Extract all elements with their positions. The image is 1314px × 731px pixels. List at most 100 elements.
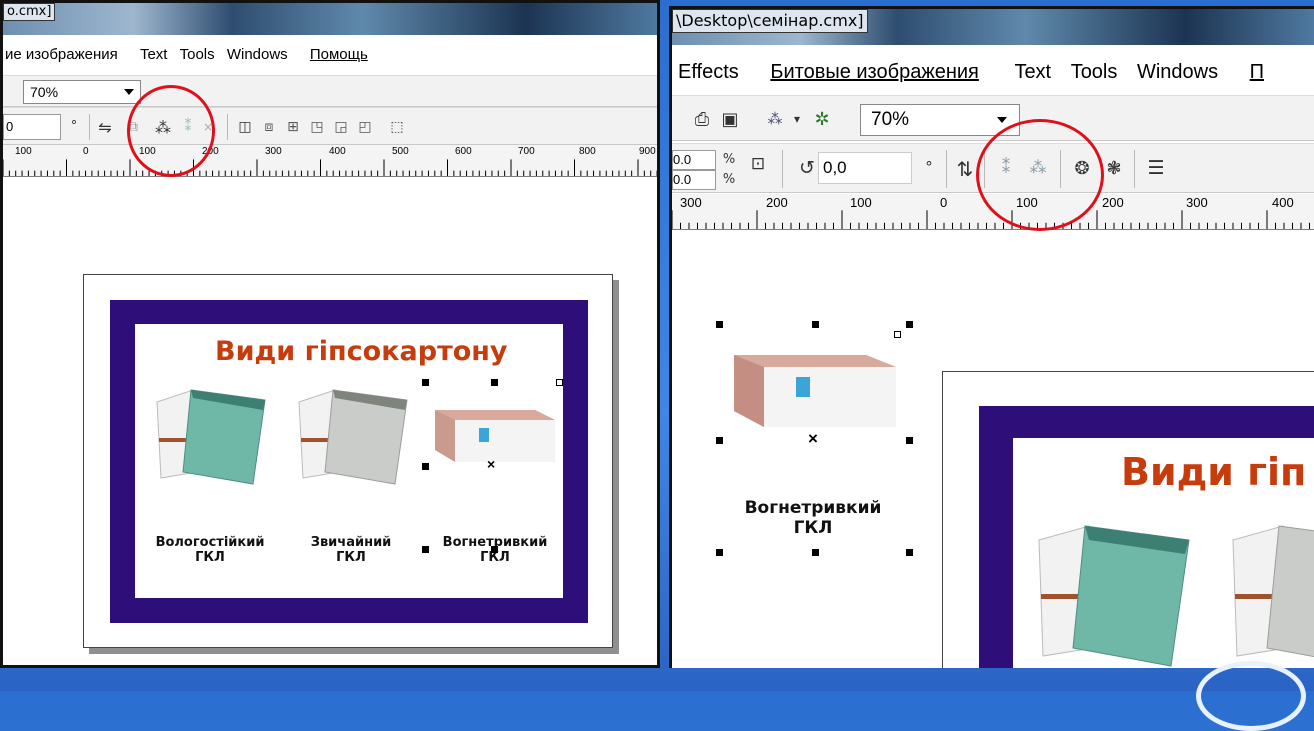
ruler-label: 500 [392,146,409,157]
center-mark-icon: × [808,429,818,448]
fire-resistant-board-image [734,355,896,427]
rotation-angle-input[interactable]: 0,0 [818,152,912,184]
application-launcher-icon[interactable]: ⁂ [762,106,788,132]
export-icon[interactable]: ⎙ [690,106,714,132]
chevron-down-icon [124,89,134,95]
angle-input[interactable]: 0 [3,114,61,140]
menu-windows[interactable]: Windows [227,39,288,71]
caption-line: Вологостійкий [155,535,265,550]
caption-ordinary: Звичайний ГКЛ [291,535,411,566]
weld-icon[interactable]: ◫ [235,116,255,138]
trim-icon[interactable]: ⧈ [259,116,279,138]
slide-content: Види гіп [1013,438,1314,668]
slide-title: Види гіп [1121,450,1307,494]
import-icon[interactable]: ▣ [718,106,742,132]
rotate-icon: ↺ [799,157,815,179]
ruler-label: 800 [579,146,596,157]
menu-help[interactable]: П [1250,53,1264,91]
selection-handle[interactable] [422,463,429,470]
ruler-label: 100 [850,195,872,210]
zoom-value: 70% [30,84,59,100]
selection-handle[interactable] [906,321,913,328]
selection-handle[interactable] [812,321,819,328]
drawing-canvas[interactable]: × Вогнетривкий ГКЛ Види гіп [672,231,1314,668]
drawing-canvas[interactable]: Види гіпсокартону Вологостійкий ГКЛ Звич… [3,178,657,665]
logo-arc [1196,661,1306,731]
ruler-label: 300 [1186,195,1208,210]
fire-resistant-board-image [435,410,555,462]
separator [946,150,947,188]
corel-connect-icon[interactable]: ✲ [808,106,836,132]
selection-handle[interactable] [422,379,429,386]
moisture-resistant-board-image [156,389,266,485]
ruler-label: 300 [265,146,282,157]
selection-handle[interactable] [556,379,563,386]
slide-frame: Види гіп [979,406,1314,668]
simplify-icon[interactable]: ◳ [307,116,327,138]
ordinary-board-image [1232,525,1314,658]
trace-bitmap-icon[interactable]: ☰ [1142,154,1170,182]
standard-toolbar: ⎙ ▣ ⁂ ▾ ✲ 70% [672,95,1314,141]
create-boundary-icon[interactable]: ⬚ [387,116,407,138]
mirror-icon[interactable]: ⇅ [954,154,976,184]
ordinary-board-image [298,389,408,485]
title-bar: o.cmx] [3,3,657,35]
document-page: Види гіпсокартону Вологостійкий ГКЛ Звич… [83,274,613,648]
chevron-down-icon[interactable]: ▾ [790,106,804,132]
menu-effects[interactable]: Effects [678,53,739,91]
menu-windows[interactable]: Windows [1137,53,1218,91]
caption-line: Звичайний [310,535,392,550]
center-mark-icon: × [487,456,496,472]
selection-handle[interactable] [716,321,723,328]
selection-handle[interactable] [906,437,913,444]
selection-handle[interactable] [716,437,723,444]
rotation-handle[interactable] [894,331,901,338]
caption-line: ГКЛ [793,517,833,538]
ruler-label: 200 [1102,195,1124,210]
highlight-circle [976,119,1104,231]
ruler-label: 400 [329,146,346,157]
back-minus-front-icon[interactable]: ◰ [355,116,375,138]
front-minus-back-icon[interactable]: ◲ [331,116,351,138]
ruler-label: 700 [518,146,535,157]
document-page: Види гіп [942,371,1314,668]
selection-handle[interactable] [422,546,429,553]
selection-handle[interactable] [491,379,498,386]
right-screenshot-panel: \Desktop\семінар.cmx] Effects Битовые из… [669,6,1314,668]
chevron-down-icon [997,117,1007,123]
selection-handle[interactable] [716,549,723,556]
menu-help[interactable]: Помощь [310,39,368,71]
menu-text[interactable]: Text [1014,53,1051,91]
caption-moisture-resistant: Вологостійкий ГКЛ [145,535,275,566]
selection-handle[interactable] [906,549,913,556]
caption-line: ГКЛ [195,549,225,565]
menu-bitmaps[interactable]: Битовые изображения [770,53,979,91]
menu-tools[interactable]: Tools [180,39,215,71]
title-bar: \Desktop\семінар.cmx] [672,9,1314,45]
lock-ratio-icon[interactable]: ⊡ [746,152,770,176]
horizontal-ruler: 100 0 100 200 300 400 500 600 700 800 90… [3,145,657,177]
menu-bitmaps[interactable]: ие изображения [5,39,118,71]
edit-bitmap-icon[interactable]: ❃ [1100,154,1128,182]
ruler-label: 200 [766,195,788,210]
highlight-circle [127,85,215,177]
moisture-resistant-board-image [1038,525,1190,667]
caption-line: ГКЛ [480,549,510,565]
slide-content: Види гіпсокартону Вологостійкий ГКЛ Звич… [135,324,563,598]
left-screenshot-panel: o.cmx] ие изображения Text Tools Windows… [0,0,660,668]
selection-handle[interactable] [812,549,819,556]
menu-bar: Effects Битовые изображения Text Tools W… [672,53,1314,91]
scale-x-input[interactable]: 0.0 [672,150,716,170]
separator [782,150,783,188]
zoom-dropdown[interactable]: 70% [23,80,141,104]
menu-tools[interactable]: Tools [1071,53,1118,91]
mirror-icon[interactable]: ⇋ [95,116,115,138]
separator [1134,150,1135,188]
window-title: o.cmx] [3,3,56,21]
zoom-dropdown[interactable]: 70% [860,104,1020,136]
scale-y-input[interactable]: 0.0 [672,170,716,190]
ruler-label: 900 [639,146,656,157]
selection-handle[interactable] [491,546,498,553]
intersect-icon[interactable]: ⊞ [283,116,303,138]
menu-text[interactable]: Text [140,39,168,71]
